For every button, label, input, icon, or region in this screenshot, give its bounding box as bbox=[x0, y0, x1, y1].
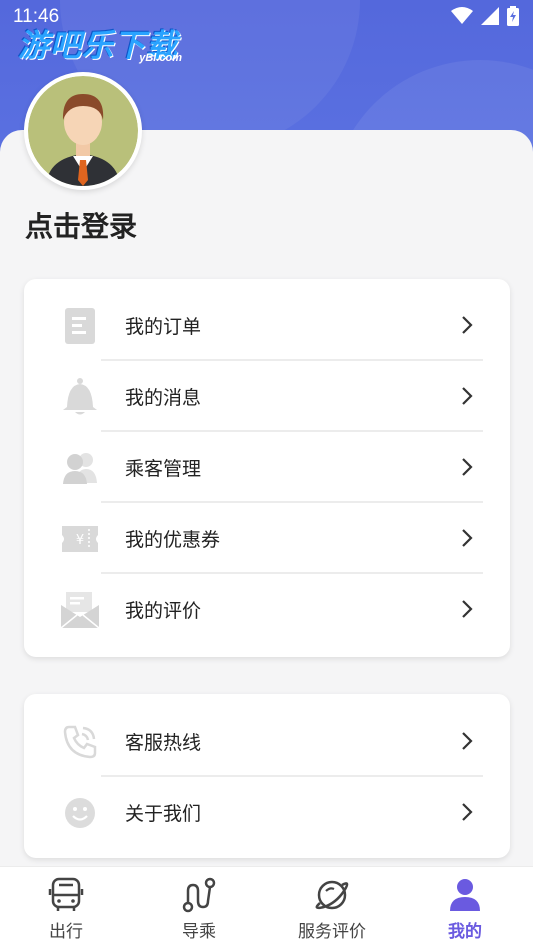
menu-item-label: 关于我们 bbox=[125, 803, 202, 825]
tab-mine[interactable]: 我的 bbox=[405, 867, 525, 948]
chevron-right-icon bbox=[462, 316, 473, 334]
status-icons bbox=[451, 6, 519, 26]
menu-item-orders[interactable]: 我的订单 bbox=[24, 290, 510, 361]
menu-item-passengers[interactable]: 乘客管理 bbox=[24, 432, 510, 503]
bell-icon bbox=[60, 377, 100, 417]
menu-item-messages[interactable]: 我的消息 bbox=[24, 361, 510, 432]
wifi-icon bbox=[451, 7, 473, 24]
tab-label: 服务评价 bbox=[298, 922, 366, 942]
battery-icon bbox=[507, 6, 519, 26]
menu-item-reviews[interactable]: 我的评价 bbox=[24, 574, 510, 645]
chevron-right-icon bbox=[462, 529, 473, 547]
menu-item-label: 我的评价 bbox=[125, 600, 202, 622]
menu-item-label: 我的消息 bbox=[125, 387, 202, 409]
chevron-right-icon bbox=[462, 803, 473, 821]
avatar-image bbox=[28, 76, 138, 186]
menu-item-label: 乘客管理 bbox=[125, 458, 202, 480]
smiley-icon bbox=[60, 793, 100, 833]
planet-icon bbox=[315, 880, 349, 910]
watermark-subtext: yBl.com bbox=[139, 52, 182, 64]
phone-icon bbox=[60, 722, 100, 762]
user-icon bbox=[450, 879, 480, 911]
review-envelope-icon bbox=[60, 590, 100, 630]
chevron-right-icon bbox=[462, 458, 473, 476]
chevron-right-icon bbox=[462, 600, 473, 618]
order-document-icon bbox=[60, 306, 100, 346]
tab-label: 导乘 bbox=[182, 922, 216, 942]
menu-item-about[interactable]: 关于我们 bbox=[24, 777, 510, 848]
watermark-logo: 游吧乐下载 yBl.com bbox=[18, 20, 188, 66]
chevron-right-icon bbox=[462, 732, 473, 750]
tab-label: 出行 bbox=[49, 922, 83, 942]
support-menu-card: 客服热线 关于我们 bbox=[24, 694, 510, 858]
tab-service-review[interactable]: 服务评价 bbox=[272, 867, 392, 948]
menu-item-hotline[interactable]: 客服热线 bbox=[24, 706, 510, 777]
menu-item-label: 我的优惠券 bbox=[125, 529, 221, 551]
passengers-icon bbox=[60, 448, 100, 488]
svg-text:¥: ¥ bbox=[76, 533, 84, 548]
menu-item-label: 客服热线 bbox=[125, 732, 202, 754]
login-prompt[interactable]: 点击登录 bbox=[25, 205, 137, 245]
signal-icon bbox=[481, 7, 499, 25]
tab-label: 我的 bbox=[448, 922, 482, 942]
tab-guide[interactable]: 导乘 bbox=[139, 867, 259, 948]
main-menu-card: 我的订单 我的消息 乘客管理 ¥ 我的优惠券 我的评价 bbox=[24, 279, 510, 657]
bus-icon bbox=[48, 877, 84, 911]
coupon-icon: ¥ bbox=[60, 519, 100, 559]
route-icon bbox=[182, 877, 216, 913]
menu-item-label: 我的订单 bbox=[125, 316, 202, 338]
menu-item-coupons[interactable]: ¥ 我的优惠券 bbox=[24, 503, 510, 574]
tab-travel[interactable]: 出行 bbox=[6, 867, 126, 948]
avatar[interactable] bbox=[24, 72, 142, 190]
chevron-right-icon bbox=[462, 387, 473, 405]
bottom-tab-bar: 出行 导乘 服务评价 我的 bbox=[0, 866, 533, 948]
